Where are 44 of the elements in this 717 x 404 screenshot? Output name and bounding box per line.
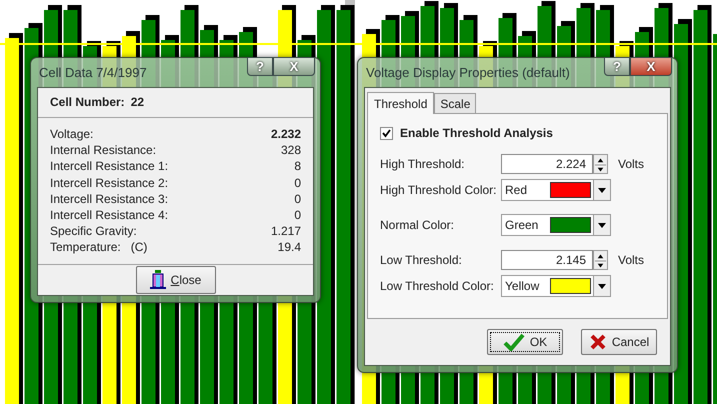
field-label: High Threshold Color: — [380, 183, 498, 197]
tab[interactable]: Threshold — [367, 92, 434, 114]
color-dropdown[interactable]: Red — [501, 179, 611, 201]
spinner-arrows-icon[interactable] — [593, 154, 608, 174]
field-value: 1.217 — [270, 223, 301, 240]
field-label: Intercell Resistance 4: — [50, 206, 168, 224]
window-title: Voltage Display Properties (default) — [365, 65, 570, 80]
color-dropdown[interactable]: Green — [501, 214, 611, 236]
field-value: 328 — [280, 142, 301, 158]
cancel-button[interactable]: Cancel — [581, 329, 657, 355]
spin-field[interactable]: 2.224 — [501, 154, 593, 174]
checkbox[interactable] — [380, 126, 393, 140]
window-title: Cell Data 7/4/1997 — [38, 65, 147, 80]
field-label: Voltage: — [50, 126, 94, 142]
field-label: Internal Resistance: — [50, 142, 156, 158]
door-icon — [150, 270, 166, 290]
color-dropdown[interactable]: Yellow — [501, 275, 611, 297]
cell-number-label: Cell Number: — [50, 95, 125, 109]
field-label: High Threshold: — [380, 157, 466, 171]
cell-number-value: 22 — [130, 95, 144, 109]
field-value: 8 — [294, 158, 301, 175]
checkmark-icon — [502, 333, 525, 351]
checkbox-label: Enable Threshold Analysis — [400, 126, 553, 140]
close-button[interactable]: Close — [136, 266, 216, 294]
field-value: 0 — [294, 206, 301, 224]
field-label: Intercell Resistance 3: — [50, 190, 168, 207]
x-mark-icon — [588, 333, 607, 351]
unit-label: Volts — [618, 157, 644, 171]
field-label: Normal Color: — [380, 218, 456, 232]
field-label: Temperature: (C) — [50, 239, 148, 256]
field-value: 2.232 — [270, 126, 301, 142]
unit-label: Volts — [618, 253, 644, 267]
tab[interactable]: Scale — [434, 93, 476, 113]
field-label: Intercell Resistance 2: — [50, 174, 168, 191]
spinner-arrows-icon[interactable] — [593, 250, 608, 270]
field-label: Specific Gravity: — [50, 223, 137, 240]
field-label: Low Threshold Color: — [380, 279, 495, 293]
field-value: 19.4 — [278, 239, 301, 256]
field-value: 0 — [294, 190, 301, 207]
ok-button[interactable]: OK — [487, 329, 563, 355]
field-value: 0 — [294, 174, 301, 191]
field-label: Intercell Resistance 1: — [50, 158, 168, 175]
field-label: Low Threshold: — [380, 253, 463, 267]
spin-field[interactable]: 2.145 — [501, 250, 593, 270]
